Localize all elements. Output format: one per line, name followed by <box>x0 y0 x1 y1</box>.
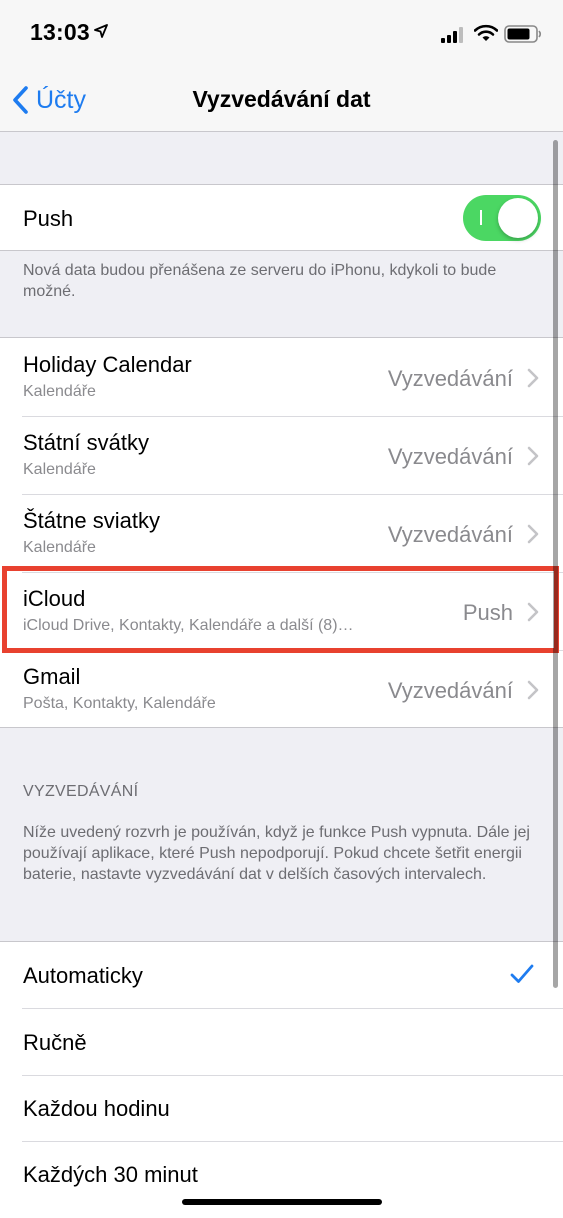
fetch-options-group: Automaticky Ručně Každou hodinu Každých … <box>0 941 563 1218</box>
accounts-group: Holiday Calendar Kalendáře Vyzvedávání S… <box>0 337 563 728</box>
account-detail: Kalendáře <box>23 461 96 478</box>
account-name: Holiday Calendar <box>23 352 192 377</box>
push-label: Push <box>23 206 74 231</box>
fetch-option-label: Automaticky <box>23 963 143 988</box>
account-name: Gmail <box>23 664 81 689</box>
fetch-option-label: Každých 30 minut <box>23 1162 198 1187</box>
account-fetch-value: Vyzvedávání <box>387 366 513 391</box>
wifi-icon <box>474 24 498 41</box>
push-footer: Nová data budou přenášena ze serveru do … <box>23 262 497 300</box>
push-toggle[interactable] <box>463 195 541 241</box>
account-row[interactable]: Gmail Pošta, Kontakty, Kalendáře Vyzvedá… <box>0 650 563 727</box>
fetch-option-label: Každou hodinu <box>23 1096 170 1121</box>
icloud-highlight-box <box>2 566 559 653</box>
account-name: Státní svátky <box>23 430 149 455</box>
cellular-signal-icon <box>441 27 463 43</box>
toggle-knob <box>498 198 538 238</box>
account-fetch-value: Vyzvedávání <box>387 678 513 703</box>
location-arrow-icon <box>94 24 108 38</box>
page-title: Vyzvedávání dat <box>192 86 371 112</box>
navigation-bar: Účty Vyzvedávání dat <box>0 68 563 132</box>
toggle-on-mark <box>480 210 482 225</box>
status-time: 13:03 <box>30 19 90 45</box>
checkmark-icon <box>510 964 534 983</box>
status-bar: 13:03 <box>0 0 563 68</box>
battery-icon <box>504 25 542 43</box>
account-row[interactable]: Holiday Calendar Kalendáře Vyzvedávání <box>0 338 563 416</box>
account-detail: Kalendáře <box>23 383 96 400</box>
fetch-option-manual[interactable]: Ručně <box>0 1008 563 1075</box>
home-indicator[interactable] <box>182 1199 382 1205</box>
scrollbar[interactable] <box>553 140 558 988</box>
account-detail: Kalendáře <box>23 539 96 556</box>
fetch-section-header: VYZVEDÁVÁNÍ <box>23 783 139 800</box>
fetch-option-hourly[interactable]: Každou hodinu <box>0 1075 563 1141</box>
push-group: Push <box>0 184 563 251</box>
chevron-right-icon <box>527 446 539 466</box>
push-row: Push <box>0 185 563 250</box>
fetch-option-automatic[interactable]: Automaticky <box>0 942 563 1008</box>
chevron-right-icon <box>527 680 539 700</box>
chevron-right-icon <box>527 524 539 544</box>
account-name: Štátne sviatky <box>23 508 160 533</box>
account-row[interactable]: Štátne sviatky Kalendáře Vyzvedávání <box>0 494 563 572</box>
account-row[interactable]: Státní svátky Kalendáře Vyzvedávání <box>0 416 563 494</box>
account-fetch-value: Vyzvedávání <box>387 522 513 547</box>
chevron-right-icon <box>527 368 539 388</box>
account-detail: Pošta, Kontakty, Kalendáře <box>23 695 216 712</box>
fetch-option-label: Ručně <box>23 1030 87 1055</box>
fetch-description: Níže uvedený rozvrh je používán, když je… <box>23 824 530 883</box>
account-fetch-value: Vyzvedávání <box>387 444 513 469</box>
fetch-option-30-minutes[interactable]: Každých 30 minut <box>0 1141 563 1207</box>
